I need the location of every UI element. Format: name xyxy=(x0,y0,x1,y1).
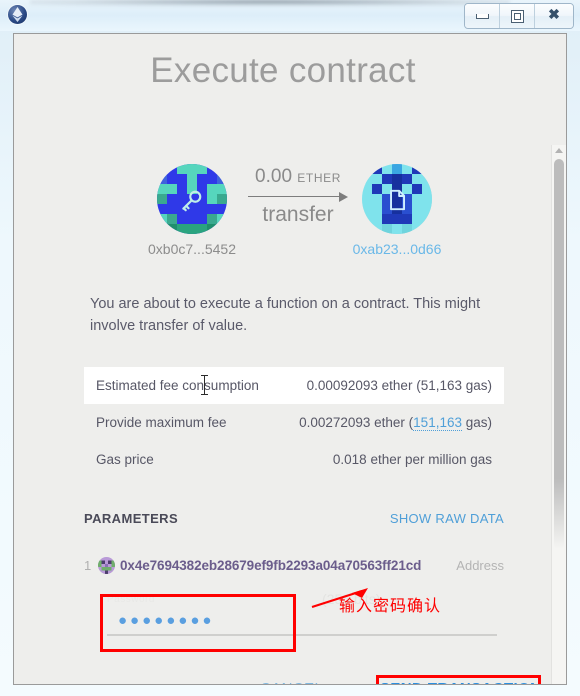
annotation-text-cn: 输入密码确认 xyxy=(339,596,442,615)
show-raw-data-link[interactable]: SHOW RAW DATA xyxy=(390,511,504,526)
fee-table: Estimated fee consumption 0.00092093 eth… xyxy=(84,367,504,478)
sender-party[interactable]: 0xb0c7...5452 xyxy=(132,164,252,257)
recipient-identicon xyxy=(362,164,432,234)
recipient-address[interactable]: 0xab23...0d66 xyxy=(337,241,457,257)
title-bar: ✖ xyxy=(0,0,580,31)
window-controls[interactable]: ✖ xyxy=(464,3,574,29)
parameter-value: 0x4e7694382eb28679ef9fb2293a04a70563ff21… xyxy=(120,557,422,573)
title-bar-shadow xyxy=(30,0,510,6)
sender-identicon xyxy=(157,164,227,234)
close-icon: ✖ xyxy=(548,8,560,23)
key-icon xyxy=(179,187,205,213)
ethereum-logo-icon xyxy=(8,5,27,24)
fee-row-gas-price[interactable]: Gas price 0.018 ether per million gas xyxy=(84,441,504,478)
parameters-header: PARAMETERS SHOW RAW DATA xyxy=(84,511,504,531)
scrollbar-thumb[interactable] xyxy=(554,159,564,549)
sender-address: 0xb0c7...5452 xyxy=(148,241,236,257)
scrollbar[interactable] xyxy=(551,145,566,684)
fee-value: 0.00092093 ether (51,163 gas) xyxy=(307,378,492,393)
parameter-row: 1 0x4e7694382eb28679ef9fb2293a04a70563ff… xyxy=(84,554,504,576)
maximize-button[interactable] xyxy=(500,4,535,28)
fee-value-gas: 51,163 xyxy=(420,378,462,393)
dialog-pane: Execute contract 0xb0c7...5452 0.00 ETHE… xyxy=(13,33,567,685)
fee-row-estimated[interactable]: Estimated fee consumption 0.00092093 eth… xyxy=(84,367,504,404)
cancel-button[interactable]: CANCEL xyxy=(260,680,323,684)
transfer-summary: 0xb0c7...5452 0.00 ETHER transfer 0xab23… xyxy=(14,164,552,269)
text-cursor-icon xyxy=(201,375,208,395)
send-transaction-button[interactable]: SEND TRANSACTION xyxy=(380,680,541,684)
dialog-description: You are about to execute a function on a… xyxy=(90,296,481,334)
parameter-index: 1 xyxy=(84,557,92,573)
document-icon xyxy=(384,187,410,213)
dialog-actions: CANCEL SEND TRANSACTION xyxy=(14,678,552,684)
fee-label: Estimated fee consumption xyxy=(96,378,259,393)
page-title: Execute contract xyxy=(150,51,416,90)
fee-value: 0.00272093 ether (151,163 gas) xyxy=(299,415,492,431)
minimize-icon xyxy=(475,13,489,19)
password-input-underline xyxy=(107,634,497,636)
fee-value: 0.018 ether per million gas xyxy=(332,452,492,467)
close-button[interactable]: ✖ xyxy=(535,4,573,28)
fee-value-suffix: gas) xyxy=(461,378,492,393)
transfer-arrow-icon xyxy=(248,192,348,202)
fee-label: Provide maximum fee xyxy=(96,415,227,430)
parameter-identicon xyxy=(98,556,115,574)
fee-value-suffix: gas) xyxy=(461,415,492,430)
parameter-type: Address xyxy=(456,557,504,573)
transfer-amount: 0.00 xyxy=(255,166,293,187)
minimize-button[interactable] xyxy=(465,4,500,28)
maximize-icon xyxy=(510,9,524,23)
parameters-title: PARAMETERS xyxy=(84,511,179,526)
application-window: ✖ Execute contract 0xb0c7...5452 0.00 ET… xyxy=(0,0,580,696)
scroll-up-arrow-icon[interactable] xyxy=(555,148,563,153)
fee-label: Gas price xyxy=(96,452,154,467)
fee-value-prefix: 0.00272093 ether ( xyxy=(299,415,414,430)
recipient-party[interactable]: 0xab23...0d66 xyxy=(337,164,457,257)
transfer-unit: ETHER xyxy=(297,171,341,185)
fee-value-prefix: 0.00092093 ether ( xyxy=(306,378,421,393)
gas-limit-editable-link[interactable]: 151,163 xyxy=(413,415,462,431)
dialog-content: Execute contract 0xb0c7...5452 0.00 ETHE… xyxy=(14,34,566,684)
fee-row-maximum[interactable]: Provide maximum fee 0.00272093 ether (15… xyxy=(84,404,504,441)
